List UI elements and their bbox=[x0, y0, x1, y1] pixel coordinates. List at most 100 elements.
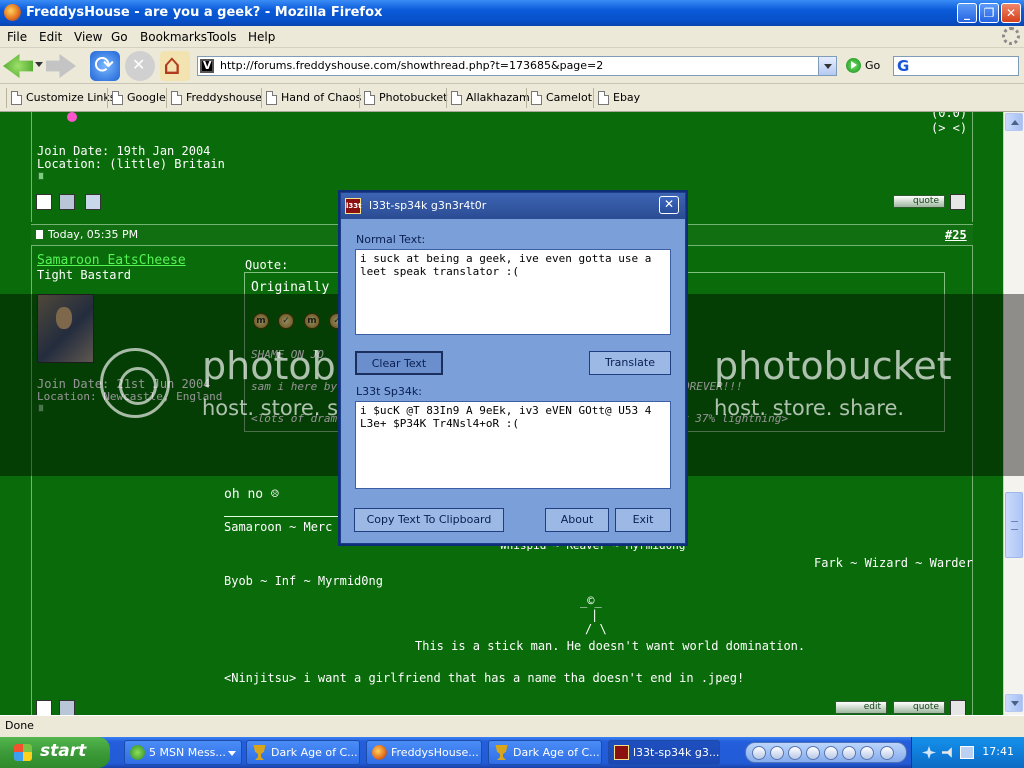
prev-join-date: Join Date: 19th Jan 2004 bbox=[37, 144, 211, 158]
watermark-tagline: host. store. share. bbox=[714, 396, 905, 420]
post-number-link[interactable]: #25 bbox=[945, 228, 967, 242]
prev-sig-line1: (0.0) bbox=[931, 112, 968, 120]
menu-view[interactable]: View bbox=[74, 30, 102, 44]
close-button[interactable]: ✕ bbox=[1001, 3, 1021, 23]
page-icon bbox=[112, 91, 123, 105]
prev-quote-button[interactable]: quote bbox=[893, 195, 945, 208]
next-icon[interactable] bbox=[824, 746, 838, 760]
private-message-icon[interactable] bbox=[59, 700, 75, 715]
bookmark-freddyshouse[interactable]: Freddyshouse bbox=[166, 88, 266, 108]
taskbar: start 5 MSN Mess... Dark Age of C... Fre… bbox=[0, 737, 1024, 768]
report-post-icon[interactable] bbox=[85, 194, 101, 210]
network-icon[interactable] bbox=[960, 746, 974, 759]
photobucket-logo-icon bbox=[100, 348, 170, 418]
bookmark-allakhazam[interactable]: Allakhazam bbox=[446, 88, 534, 108]
task-freddyshouse[interactable]: FreddysHouse... bbox=[366, 740, 482, 765]
bookmark-photobucket[interactable]: Photobucket bbox=[359, 88, 451, 108]
prev-location: Location: (little) Britain bbox=[37, 157, 225, 171]
task-msn-messenger[interactable]: 5 MSN Mess... bbox=[124, 740, 242, 765]
bookmark-label: Customize Links bbox=[26, 91, 116, 104]
bookmark-ebay[interactable]: Ebay bbox=[593, 88, 644, 108]
task-l33t-generator[interactable]: l33t-sp34k g3... bbox=[608, 740, 720, 765]
pause-icon[interactable] bbox=[770, 746, 784, 760]
scroll-down-button[interactable] bbox=[1005, 694, 1023, 712]
l33t-app-icon bbox=[614, 745, 629, 760]
multi-quote-icon[interactable] bbox=[950, 194, 966, 210]
page-icon bbox=[171, 91, 182, 105]
edit-button[interactable]: edit bbox=[835, 701, 887, 714]
normal-text-label: Normal Text: bbox=[356, 233, 426, 246]
reload-button[interactable] bbox=[90, 51, 120, 81]
post-username-link[interactable]: Samaroon EatsCheese bbox=[37, 253, 186, 268]
menu-bookmarks[interactable]: Bookmarks bbox=[140, 30, 207, 44]
signature-line-4: Byob ~ Inf ~ Myrmid0ng bbox=[224, 574, 383, 588]
dialog-title-bar[interactable]: l33t l33t-sp34k g3n3r4t0r ✕ bbox=[341, 193, 685, 219]
vbulletin-icon[interactable] bbox=[36, 194, 52, 210]
multi-quote-icon[interactable] bbox=[950, 700, 966, 715]
leet-speak-output[interactable] bbox=[355, 401, 671, 489]
window-title-bar[interactable]: FreddysHouse - are you a geek? - Mozilla… bbox=[0, 0, 1024, 26]
page-icon bbox=[598, 91, 609, 105]
mute-icon[interactable] bbox=[842, 746, 856, 760]
menu-help[interactable]: Help bbox=[248, 30, 275, 44]
signature-quote: <Ninjitsu> i want a girlfriend that has … bbox=[224, 671, 745, 685]
bookmark-label: Photobucket bbox=[379, 91, 448, 104]
window-title: FreddysHouse - are you a geek? - Mozilla… bbox=[26, 5, 383, 20]
normal-text-input[interactable] bbox=[355, 249, 671, 335]
menu-edit[interactable]: Edit bbox=[39, 30, 62, 44]
forward-button[interactable] bbox=[46, 54, 76, 78]
minimize-button[interactable]: _ bbox=[957, 3, 977, 23]
exit-button[interactable]: Exit bbox=[615, 508, 671, 532]
previous-icon[interactable] bbox=[806, 746, 820, 760]
task-dark-age-1[interactable]: Dark Age of C... bbox=[246, 740, 360, 765]
address-bar[interactable] bbox=[197, 56, 837, 76]
vbulletin-icon[interactable] bbox=[36, 700, 52, 715]
maximize-button[interactable]: ❐ bbox=[979, 3, 999, 23]
back-history-dropdown-icon[interactable] bbox=[35, 62, 43, 67]
menu-file[interactable]: File bbox=[7, 30, 27, 44]
home-button[interactable] bbox=[160, 48, 190, 81]
bookmark-google[interactable]: Google bbox=[107, 88, 170, 108]
dialog-close-button[interactable]: ✕ bbox=[659, 196, 679, 214]
go-button[interactable]: Go bbox=[842, 57, 888, 75]
translate-button[interactable]: Translate bbox=[589, 351, 671, 375]
daoc-icon bbox=[495, 745, 508, 760]
start-button[interactable]: start bbox=[0, 737, 110, 768]
quote-button[interactable]: quote bbox=[893, 701, 945, 714]
restore-player-icon[interactable] bbox=[880, 746, 894, 760]
url-history-dropdown-icon[interactable] bbox=[818, 57, 836, 75]
bookmark-hand-of-chaos[interactable]: Hand of Chaos bbox=[261, 88, 365, 108]
page-icon bbox=[364, 91, 375, 105]
windows-logo-icon bbox=[14, 744, 32, 761]
firefox-icon bbox=[372, 745, 387, 760]
stop-button[interactable] bbox=[125, 51, 155, 81]
stop-icon[interactable] bbox=[788, 746, 802, 760]
menu-tools[interactable]: Tools bbox=[207, 30, 237, 44]
gender-icon bbox=[67, 112, 77, 122]
search-box[interactable]: G bbox=[893, 56, 1019, 76]
bookmark-camelot[interactable]: Camelot bbox=[526, 88, 596, 108]
messenger-tray-icon[interactable] bbox=[922, 746, 936, 759]
scroll-up-button[interactable] bbox=[1005, 113, 1023, 131]
menu-go[interactable]: Go bbox=[111, 30, 128, 44]
bookmark-customize-links[interactable]: Customize Links bbox=[6, 88, 120, 108]
bookmark-label: Camelot bbox=[546, 91, 593, 104]
private-message-icon[interactable] bbox=[59, 194, 75, 210]
url-input[interactable] bbox=[220, 59, 810, 72]
task-label: l33t-sp34k g3... bbox=[633, 746, 720, 759]
about-button[interactable]: About bbox=[545, 508, 609, 532]
back-button[interactable] bbox=[3, 54, 33, 78]
firefox-icon bbox=[4, 4, 21, 21]
speaker-icon[interactable] bbox=[942, 747, 952, 758]
media-player-toolbar bbox=[745, 742, 907, 763]
media-logo-icon[interactable] bbox=[752, 746, 766, 760]
volume-icon[interactable] bbox=[860, 746, 874, 760]
scroll-thumb[interactable] bbox=[1005, 492, 1023, 558]
l33t-app-icon: l33t bbox=[345, 198, 362, 214]
copy-to-clipboard-button[interactable]: Copy Text To Clipboard bbox=[354, 508, 504, 532]
leet-speak-label: L33t Sp34k: bbox=[356, 385, 422, 398]
task-dark-age-2[interactable]: Dark Age of C... bbox=[488, 740, 602, 765]
google-search-icon: G bbox=[897, 57, 910, 75]
system-tray: 17:41 bbox=[911, 737, 1024, 768]
clear-text-button[interactable]: Clear Text bbox=[355, 351, 443, 375]
